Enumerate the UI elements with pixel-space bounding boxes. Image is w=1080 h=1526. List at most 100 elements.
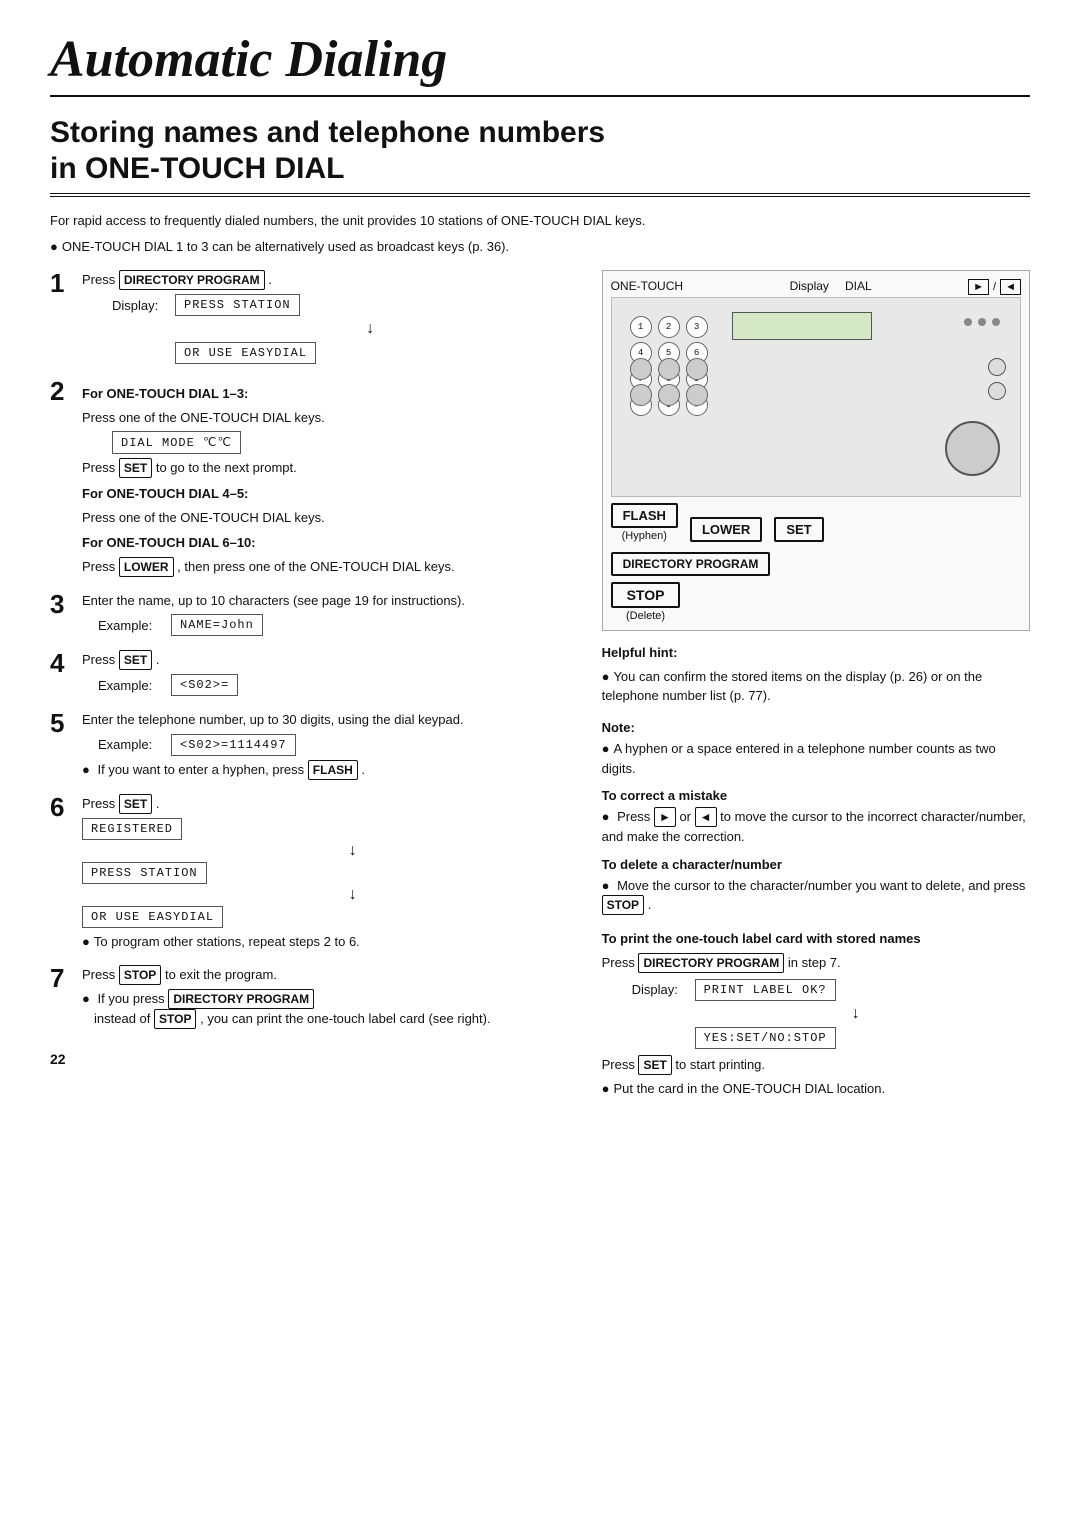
print-bullet-1: Put the card in the ONE-TOUCH DIAL locat…	[602, 1079, 1030, 1099]
stop-key-7[interactable]: STOP	[119, 965, 161, 985]
step-2-subtext-2: Press one of the ONE-TOUCH DIAL keys.	[82, 508, 574, 528]
step-3-content: Enter the name, up to 10 characters (see…	[82, 591, 574, 641]
flash-key-5[interactable]: FLASH	[308, 760, 358, 780]
intro-bullet: ONE-TOUCH DIAL 1 to 3 can be alternative…	[50, 237, 1030, 257]
device-illustration: 1 2 3 4 5 6 7 8 9 * 0 #	[611, 297, 1021, 497]
dot-1	[964, 318, 972, 326]
dir-program-key-7[interactable]: DIRECTORY PROGRAM	[168, 989, 314, 1009]
to-correct-before: Press	[617, 809, 650, 824]
one-touch-label: ONE-TOUCH	[611, 279, 683, 295]
lower-key-label[interactable]: LOWER	[690, 517, 762, 542]
step-6-bullet: To program other stations, repeat steps …	[82, 932, 574, 952]
print-arrow: ↓	[682, 1005, 1030, 1023]
nav-right-btn[interactable]: ►	[968, 279, 989, 295]
key-2: 2	[658, 316, 680, 338]
set-key-4[interactable]: SET	[119, 650, 152, 670]
stop-key-label[interactable]: STOP	[611, 582, 681, 608]
step-2-sub3-before: Press	[82, 559, 115, 574]
step-6-display-3: OR USE EASYDIAL	[82, 906, 223, 928]
step-6-text-before: Press	[82, 796, 115, 811]
ot-key-3	[686, 358, 708, 380]
step-6: 6 Press SET . REGISTERED ↓ PRESS STATION…	[50, 794, 574, 956]
step-4-display-box: <S02>=	[171, 674, 238, 696]
step-2-subtext-1: Press one of the ONE-TOUCH DIAL keys.	[82, 408, 574, 428]
step-3-text: Enter the name, up to 10 characters (see…	[82, 591, 574, 611]
step-5-example: Example: <S02>=1114497	[98, 734, 574, 756]
step-5-bullet-before: If you want to enter a hyphen, press	[97, 762, 304, 777]
print-display-wrap-1: Display: PRINT LABEL OK?	[632, 979, 1030, 1001]
step-7: 7 Press STOP to exit the program. If you…	[50, 965, 574, 1033]
step-7-text-before: Press	[82, 967, 115, 982]
dial-wheel	[945, 421, 1000, 476]
directory-program-key-1[interactable]: DIRECTORY PROGRAM	[119, 270, 265, 290]
right-arrow-key[interactable]: ►	[654, 807, 676, 827]
nav-left-btn[interactable]: ◄	[1000, 279, 1021, 295]
step-3-example-label: Example:	[98, 618, 163, 633]
step-6-arrow-2: ↓	[132, 886, 574, 904]
display-label-device: Display	[790, 279, 829, 295]
step-4-content: Press SET . Example: <S02>=	[82, 650, 574, 700]
step-1-display-wrap: Display: PRESS STATION	[112, 294, 574, 316]
step-2-display-box: DIAL MODE ℃℃	[112, 431, 241, 454]
small-indicator-dots	[964, 318, 1000, 326]
page-title: Automatic Dialing	[50, 30, 1030, 97]
stop-key-delete[interactable]: STOP	[602, 895, 644, 915]
step-1-display-box-1: PRESS STATION	[175, 294, 300, 316]
step-1-number: 1	[50, 268, 82, 299]
key-row-labels: FLASH (Hyphen) LOWER SET	[611, 503, 1021, 542]
step-6-display-1: REGISTERED	[82, 818, 182, 840]
stop-sub-label: (Delete)	[626, 610, 665, 622]
step-5-text: Enter the telephone number, up to 30 dig…	[82, 710, 574, 730]
set-key-2[interactable]: SET	[119, 458, 152, 478]
note-section: Note: A hyphen or a space entered in a t…	[602, 718, 1030, 779]
step-2-subhead-2: For ONE-TOUCH DIAL 4–5:	[82, 484, 574, 504]
main-layout: 1 Press DIRECTORY PROGRAM . Display: PRE…	[50, 270, 1030, 1102]
step-3-example: Example: NAME=John	[98, 614, 574, 636]
side-buttons	[988, 358, 1006, 400]
to-correct-title: To correct a mistake	[602, 788, 1030, 803]
step-3-number: 3	[50, 589, 82, 620]
dial-label-device: DIAL	[845, 279, 872, 295]
step-7-bullet1-mid: instead of	[94, 1011, 150, 1026]
step-1-content: Press DIRECTORY PROGRAM . Display: PRESS…	[82, 270, 574, 368]
step-3: 3 Enter the name, up to 10 characters (s…	[50, 591, 574, 641]
print-text-after: in step 7.	[788, 955, 841, 970]
step-7-content: Press STOP to exit the program. If you p…	[82, 965, 574, 1033]
step-4-example-label: Example:	[98, 678, 163, 693]
ot-key-1	[630, 358, 652, 380]
step-1-text-after: .	[268, 272, 272, 287]
set-key-group: SET	[774, 517, 823, 542]
step-2-press-after: to go to the next prompt.	[156, 460, 297, 475]
step-6-text-after: .	[156, 796, 160, 811]
print-title: To print the one-touch label card with s…	[602, 929, 1030, 949]
dir-program-print-key[interactable]: DIRECTORY PROGRAM	[638, 953, 784, 973]
step-3-display-box: NAME=John	[171, 614, 263, 636]
step-7-bullet1-after2: , you can print the one-touch label card…	[200, 1011, 491, 1026]
print-press-before: Press	[602, 1057, 635, 1072]
to-correct-section: To correct a mistake Press ► or ◄ to mov…	[602, 788, 1030, 847]
ot-key-5	[658, 384, 680, 406]
set-key-print[interactable]: SET	[638, 1055, 671, 1075]
lower-key-group: LOWER	[690, 517, 762, 542]
stop-key-7b[interactable]: STOP	[154, 1009, 196, 1029]
to-correct-mid: or	[679, 809, 691, 824]
one-touch-keys	[630, 358, 710, 406]
to-delete-text-before: Move the cursor to the character/number …	[617, 878, 1025, 893]
key-1: 1	[630, 316, 652, 338]
dir-program-btn-label[interactable]: DIRECTORY PROGRAM	[611, 552, 771, 576]
set-key-label[interactable]: SET	[774, 517, 823, 542]
step-7-text-after: to exit the program.	[165, 967, 277, 982]
step-2-sub3-after: , then press one of the ONE-TOUCH DIAL k…	[177, 559, 454, 574]
helpful-hint-bullet-1: You can confirm the stored items on the …	[602, 667, 1030, 706]
set-key-6[interactable]: SET	[119, 794, 152, 814]
flash-key-label[interactable]: FLASH	[611, 503, 678, 528]
step-4-example: Example: <S02>=	[98, 674, 574, 696]
step-5-number: 5	[50, 708, 82, 739]
step-5-content: Enter the telephone number, up to 30 dig…	[82, 710, 574, 784]
page-number: 22	[50, 1051, 574, 1067]
lower-key-2[interactable]: LOWER	[119, 557, 174, 577]
flash-key-group: FLASH (Hyphen)	[611, 503, 678, 542]
left-arrow-key[interactable]: ◄	[695, 807, 717, 827]
step-6-content: Press SET . REGISTERED ↓ PRESS STATION ↓…	[82, 794, 574, 956]
print-text-before: Press	[602, 955, 635, 970]
